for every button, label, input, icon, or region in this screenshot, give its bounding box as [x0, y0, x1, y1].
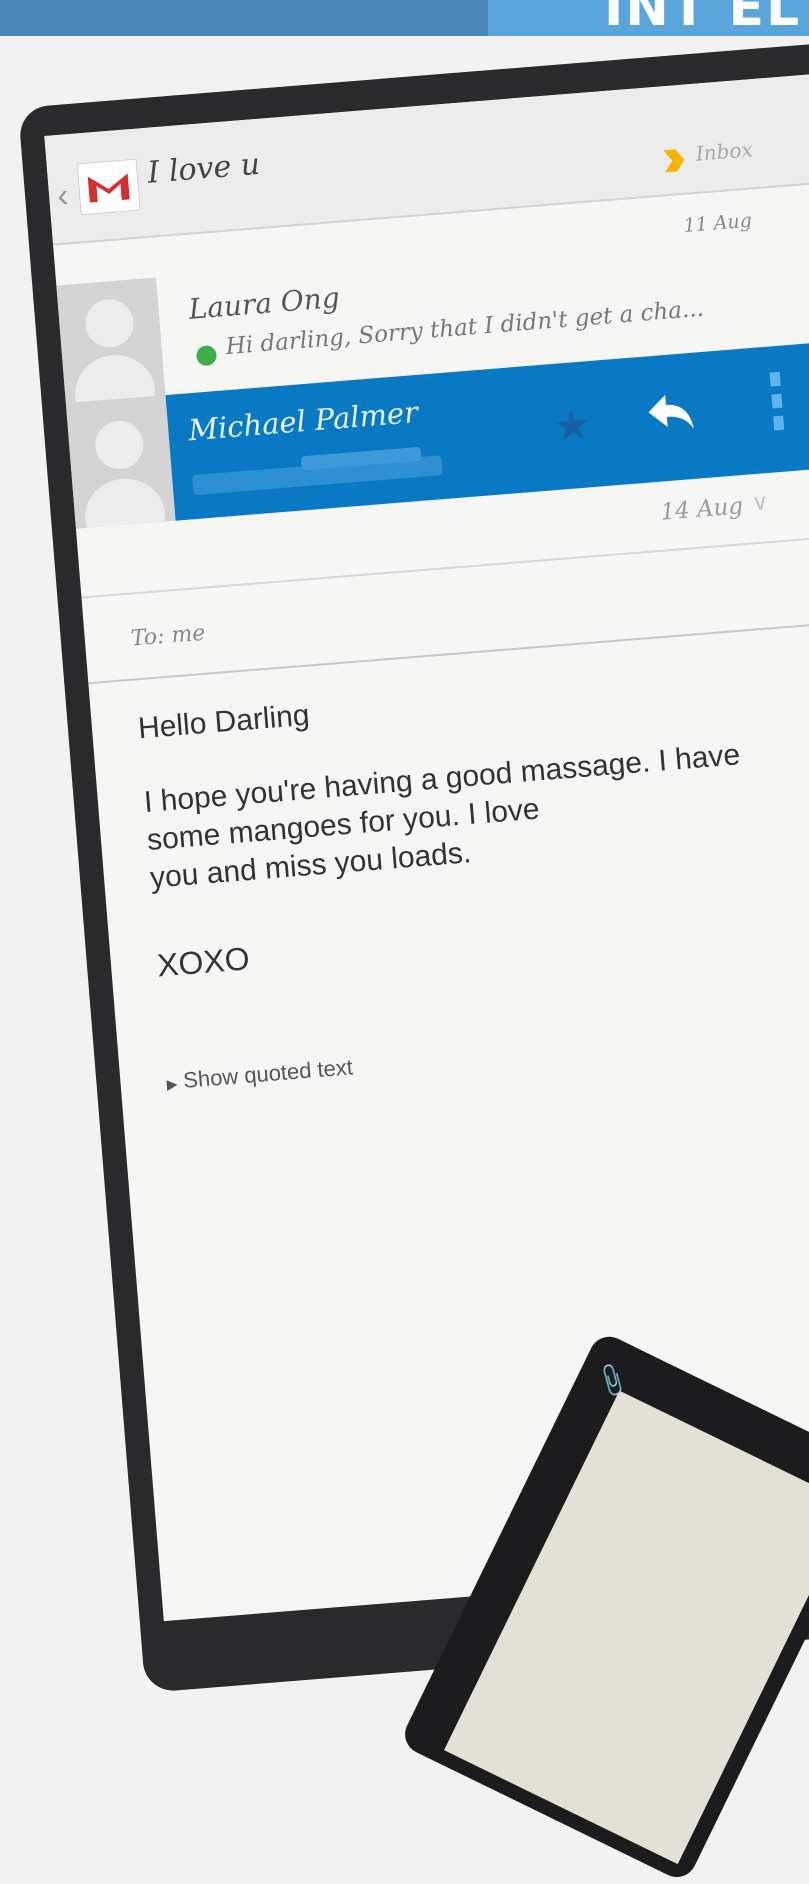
top-banner: INT EL: [0, 0, 809, 38]
message-signoff: XOXO: [155, 940, 251, 984]
avatar: [56, 277, 166, 404]
banner-letters: INT EL: [604, 0, 802, 38]
show-quoted-label: Show quoted text: [182, 1054, 354, 1093]
triangle-right-icon: ▶: [166, 1075, 179, 1093]
label-inbox[interactable]: Inbox: [695, 137, 754, 165]
reply-icon[interactable]: [645, 391, 696, 440]
message-date-1: 11 Aug: [682, 209, 753, 237]
recipient-line[interactable]: To: me: [130, 621, 206, 652]
sender-name[interactable]: Laura Ong: [187, 281, 340, 326]
overflow-menu-icon[interactable]: [769, 371, 785, 439]
email-subject: I love u: [146, 146, 262, 191]
back-arrow-icon[interactable]: ‹: [56, 176, 70, 216]
unread-dot-icon: [195, 344, 218, 367]
sender-name: Michael Palmer: [187, 394, 420, 448]
message-date-2: 14 Aug: [659, 493, 745, 526]
chevron-down-icon[interactable]: ∨: [751, 489, 769, 516]
gmail-icon[interactable]: [76, 158, 141, 216]
star-icon[interactable]: ★: [551, 399, 592, 451]
show-quoted-text-link[interactable]: ▶ Show quoted text: [166, 1054, 354, 1095]
message-body: Hello Darling I hope you're having a goo…: [137, 656, 809, 984]
divider: [81, 533, 809, 599]
avatar: [65, 395, 176, 529]
label-tag-icon: [661, 147, 687, 180]
selected-message-header[interactable]: Michael Palmer ★: [165, 339, 809, 521]
